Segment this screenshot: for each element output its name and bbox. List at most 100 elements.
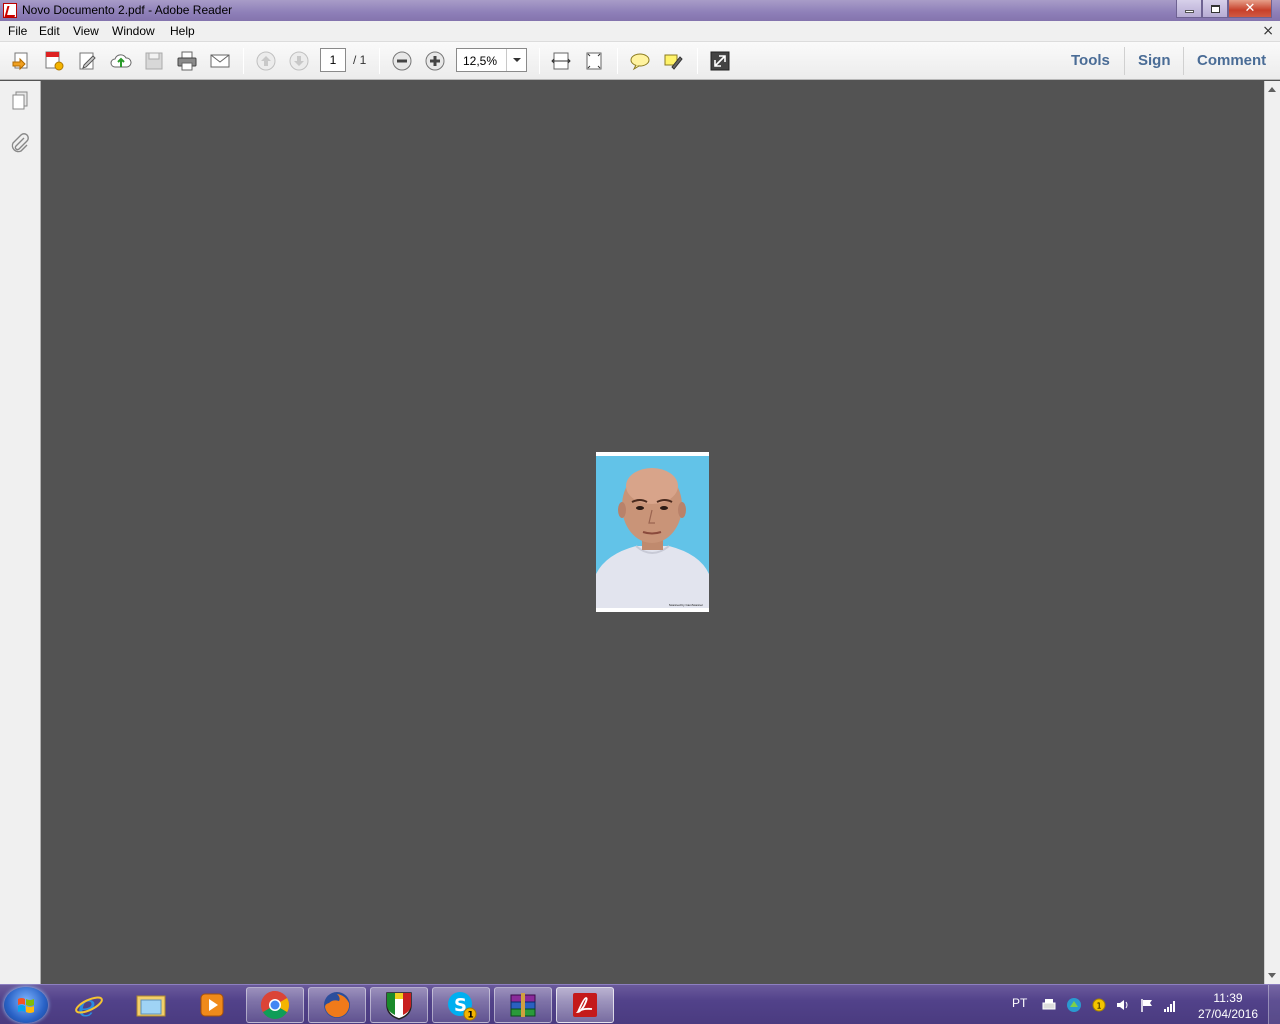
- restore-icon: [1210, 4, 1220, 13]
- email-button[interactable]: [208, 50, 232, 72]
- highlight-icon: [664, 54, 683, 70]
- full-screen-button[interactable]: [708, 50, 732, 72]
- sticky-note-icon: [630, 53, 650, 71]
- sync-tray-icon[interactable]: [1066, 997, 1082, 1013]
- pages-panel-button[interactable]: [8, 89, 32, 113]
- page-number-input[interactable]: 1: [320, 48, 346, 72]
- save-icon: [145, 52, 163, 70]
- internet-explorer-icon: e: [75, 990, 103, 1020]
- windows-logo-icon: [18, 998, 34, 1013]
- adobe-reader-icon: [3, 3, 17, 18]
- print-icon: [177, 51, 197, 71]
- document-close-button[interactable]: ×: [1262, 23, 1274, 39]
- highlight-button[interactable]: [661, 50, 685, 72]
- vertical-scrollbar[interactable]: [1264, 81, 1280, 984]
- taskbar-soccer-club-app[interactable]: [370, 987, 428, 1023]
- previous-page-button[interactable]: [254, 50, 278, 72]
- email-icon: [210, 54, 230, 68]
- volume-tray-icon[interactable]: [1115, 997, 1131, 1013]
- navigation-pane: [0, 81, 41, 984]
- menu-bar: File Edit View Window Help ×: [0, 21, 1280, 42]
- open-icon: [12, 52, 28, 71]
- title-bar: Novo Documento 2.pdf - Adobe Reader ✕: [0, 0, 1280, 21]
- adobe-reader-icon: [573, 993, 597, 1017]
- pdf-page: Scanned by CamScanner: [596, 452, 709, 612]
- zoom-in-button[interactable]: [423, 50, 447, 72]
- printer-tray-icon[interactable]: [1041, 997, 1057, 1013]
- skype-icon: S1: [448, 992, 477, 1021]
- create-pdf-button[interactable]: [42, 50, 66, 72]
- tools-link[interactable]: Tools: [1071, 52, 1110, 69]
- comment-link[interactable]: Comment: [1197, 52, 1266, 69]
- next-page-button[interactable]: [287, 50, 311, 72]
- full-screen-icon: [710, 51, 730, 71]
- document-view[interactable]: Scanned by CamScanner: [42, 81, 1264, 984]
- edit-icon: [79, 52, 96, 70]
- print-button[interactable]: [175, 50, 199, 72]
- attachments-panel-button[interactable]: [8, 132, 32, 156]
- close-button[interactable]: ✕: [1228, 0, 1272, 18]
- network-signal-icon[interactable]: [1162, 997, 1178, 1013]
- sign-link[interactable]: Sign: [1138, 52, 1171, 69]
- taskbar-winrar[interactable]: [494, 987, 552, 1023]
- zoom-out-icon: [392, 51, 412, 71]
- scroll-down-icon[interactable]: [1268, 973, 1276, 978]
- svg-text:1: 1: [1097, 1002, 1102, 1011]
- language-indicator[interactable]: PT: [1012, 996, 1027, 1010]
- create-pdf-icon: [45, 51, 64, 71]
- fit-page-button[interactable]: [582, 50, 606, 72]
- portrait-photo: Scanned by CamScanner: [596, 456, 709, 608]
- open-button[interactable]: [9, 50, 33, 72]
- sticky-note-button[interactable]: [628, 50, 652, 72]
- skype-badge: 1: [468, 1011, 474, 1021]
- action-center-flag-icon[interactable]: [1139, 997, 1155, 1013]
- taskbar-adobe-reader[interactable]: [556, 987, 614, 1023]
- taskbar-chrome[interactable]: [246, 987, 304, 1023]
- taskbar-media-player[interactable]: [183, 987, 241, 1023]
- prev-page-icon: [256, 51, 276, 71]
- menu-view[interactable]: View: [73, 24, 99, 38]
- fit-width-icon: [551, 52, 571, 70]
- attachments-icon: [11, 133, 29, 153]
- taskbar: e S1 PT 1 11:39 27/04/2016: [0, 984, 1280, 1024]
- taskbar-firefox[interactable]: [308, 987, 366, 1023]
- chevron-down-icon[interactable]: [506, 49, 526, 71]
- zoom-level-select[interactable]: 12,5%: [456, 48, 527, 72]
- chrome-icon: [261, 991, 289, 1019]
- menu-edit[interactable]: Edit: [39, 24, 60, 38]
- scroll-up-icon[interactable]: [1268, 87, 1276, 92]
- start-button[interactable]: [4, 987, 48, 1023]
- taskbar-windows-explorer[interactable]: [122, 987, 180, 1023]
- clock-date[interactable]: 27/04/2016: [1193, 1007, 1263, 1021]
- close-icon: ✕: [1244, 1, 1256, 16]
- page-total-label: / 1: [353, 53, 367, 67]
- folder-icon: [136, 995, 166, 1017]
- club-crest-icon: [386, 992, 412, 1020]
- menu-file[interactable]: File: [8, 24, 27, 38]
- zoom-in-icon: [425, 51, 445, 71]
- save-button[interactable]: [142, 50, 166, 72]
- zoom-level-value: 12,5%: [463, 54, 498, 68]
- next-page-icon: [289, 51, 309, 71]
- cloud-upload-icon: [110, 54, 132, 68]
- minimize-icon: [1184, 10, 1194, 13]
- clock-time[interactable]: 11:39: [1208, 991, 1248, 1005]
- taskbar-internet-explorer[interactable]: e: [60, 987, 118, 1023]
- taskbar-skype[interactable]: S1: [432, 987, 490, 1023]
- firefox-icon: [324, 992, 350, 1018]
- notification-tray-icon[interactable]: 1: [1091, 997, 1107, 1013]
- restore-button[interactable]: [1202, 0, 1228, 18]
- zoom-out-button[interactable]: [390, 50, 414, 72]
- edit-button[interactable]: [76, 50, 100, 72]
- scanner-watermark: Scanned by CamScanner: [668, 603, 703, 607]
- cloud-upload-button[interactable]: [109, 50, 133, 72]
- menu-help[interactable]: Help: [170, 24, 195, 38]
- fit-width-button[interactable]: [549, 50, 573, 72]
- media-player-icon: [200, 993, 224, 1017]
- menu-window[interactable]: Window: [112, 24, 155, 38]
- pages-icon: [12, 91, 28, 110]
- fit-page-icon: [586, 52, 602, 70]
- window-controls: ✕: [1176, 0, 1272, 18]
- minimize-button[interactable]: [1176, 0, 1202, 18]
- show-desktop-button[interactable]: [1268, 985, 1280, 1024]
